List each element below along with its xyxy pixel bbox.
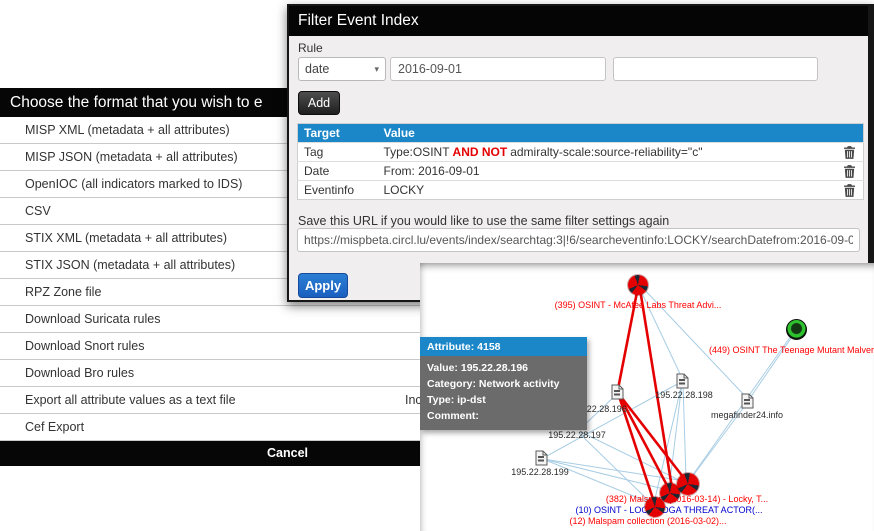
trash-icon[interactable] — [844, 145, 855, 159]
file-icon-196[interactable] — [611, 384, 624, 400]
event-label-395: (395) OSINT - McAfee Labs Threat Advi... — [555, 300, 722, 310]
event-label-449: (449) OSINT The Teenage Mutant Malver... — [709, 345, 874, 355]
save-url-label: Save this URL if you would like to use t… — [298, 214, 669, 228]
chevron-down-icon: ▾ — [374, 58, 379, 80]
filter-event-index-dialog: Filter Event Index Rule date ▾ Add Targe… — [287, 4, 874, 302]
attribute-label-megafinder: megafinder24.info — [711, 410, 783, 420]
rule-value: Type:OSINTAND NOTadmiralty-scale:source-… — [378, 143, 834, 162]
table-row-eventinfo: Eventinfo LOCKY — [298, 181, 864, 200]
column-header-value: Value — [378, 124, 834, 143]
column-header-target: Target — [298, 124, 378, 143]
rule-value-input[interactable] — [390, 57, 606, 81]
table-row-date: Date From: 2016-09-01 — [298, 162, 864, 181]
column-header-actions — [834, 124, 864, 143]
rule-target: Date — [298, 162, 378, 181]
attribute-label-199: 195.22.28.199 — [511, 467, 569, 477]
file-icon-megafinder[interactable] — [741, 393, 754, 409]
rule-target: Tag — [298, 143, 378, 162]
trash-icon[interactable] — [844, 164, 855, 178]
file-icon-199[interactable] — [535, 450, 548, 466]
attribute-label-198: 195.22.28.198 — [655, 390, 713, 400]
tooltip-type: Type: ip-dst — [427, 392, 580, 408]
table-row-tag: Tag Type:OSINTAND NOTadmiralty-scale:sou… — [298, 143, 864, 162]
trash-icon[interactable] — [844, 183, 855, 197]
event-node-395[interactable] — [628, 275, 648, 295]
rule-value: From: 2016-09-01 — [378, 162, 834, 181]
attribute-label-197: 195.22.28.197 — [548, 430, 606, 440]
event-label-12: (12) Malspam collection (2016-03-02)... — [569, 516, 726, 526]
rule-section-label: Rule — [298, 41, 323, 55]
filter-rules-table: Target Value Tag Type:OSINTAND NOTadmira… — [297, 123, 864, 200]
file-icon-198[interactable] — [676, 373, 689, 389]
rule-field-selected-value: date — [305, 62, 329, 76]
boolean-operator: AND NOT — [453, 145, 508, 159]
add-button[interactable]: Add — [298, 91, 340, 115]
apply-button[interactable]: Apply — [298, 273, 348, 298]
rule-value2-input[interactable] — [613, 57, 818, 81]
screenshot-stage: Choose the format that you wish to e MIS… — [0, 0, 874, 531]
rule-field-select[interactable]: date ▾ — [298, 57, 386, 81]
export-option-text-file-label: Export all attribute values as a text fi… — [25, 393, 236, 407]
correlation-graph-panel[interactable]: (395) OSINT - McAfee Labs Threat Advi...… — [420, 263, 874, 531]
tooltip-attribute-id: Attribute: 4158 — [420, 337, 587, 356]
dialog-body: Rule date ▾ Add Target Value Ta — [289, 36, 868, 300]
event-label-10: (10) OSINT - LOCKY DGA THREAT ACTOR(... — [575, 505, 762, 515]
tooltip-category: Category: Network activity — [427, 376, 580, 392]
filter-url-input[interactable] — [297, 228, 860, 252]
tooltip-value: Value: 195.22.28.196 — [427, 360, 580, 376]
rule-target: Eventinfo — [298, 181, 378, 200]
event-label-382: (382) Malspam (2016-03-14) - Locky, T... — [606, 494, 768, 504]
dialog-title: Filter Event Index — [289, 6, 868, 36]
event-node-382[interactable] — [677, 473, 699, 495]
attribute-tooltip: Attribute: 4158 Value: 195.22.28.196 Cat… — [420, 337, 587, 430]
tooltip-comment: Comment: — [427, 408, 580, 424]
event-node-449[interactable] — [786, 319, 807, 340]
rule-value: LOCKY — [378, 181, 834, 200]
